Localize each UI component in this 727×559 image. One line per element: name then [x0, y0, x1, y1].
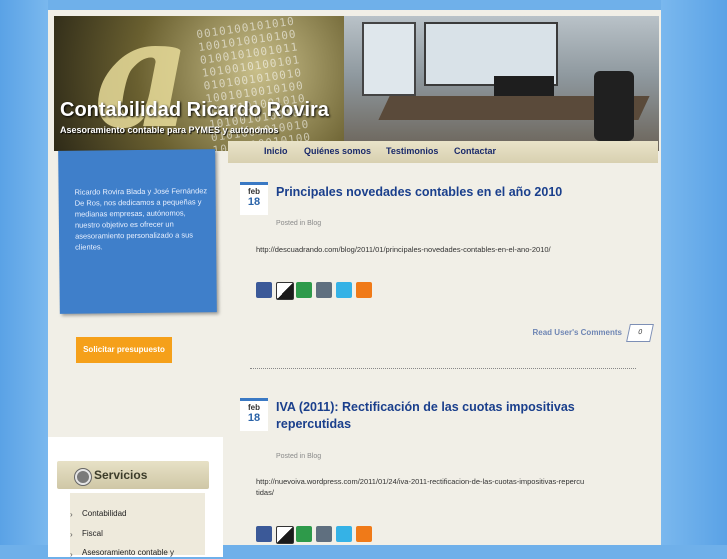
rss-share-icon[interactable]: [356, 282, 372, 298]
servicios-title: Servicios: [94, 468, 148, 482]
site-title[interactable]: Contabilidad Ricardo Rovira: [60, 99, 329, 122]
post-category: Posted in Blog: [276, 453, 322, 460]
post-category: Posted in Blog: [276, 220, 322, 227]
nav-item-quienes-somos[interactable]: Quiénes somos: [304, 146, 371, 156]
rss-share-icon[interactable]: [356, 526, 372, 542]
post-date-day: 18: [247, 412, 261, 424]
photo-window: [362, 22, 416, 96]
stumbleupon-share-icon[interactable]: [296, 526, 312, 542]
nav-item-testimonios[interactable]: Testimonios: [386, 146, 438, 156]
comment-count-badge[interactable]: 0: [626, 324, 654, 342]
digg-share-icon[interactable]: [316, 526, 332, 542]
servicios-header: Servicios: [57, 461, 209, 489]
twitter-share-icon[interactable]: [336, 282, 352, 298]
main-navigation: Inicio Quiénes somos Testimonios Contact…: [228, 141, 658, 163]
post-date: feb 18: [240, 398, 268, 431]
photo-chair: [594, 71, 634, 141]
request-quote-button[interactable]: Solicitar presupuesto: [76, 337, 172, 363]
post-title[interactable]: Principales novedades contables en el añ…: [276, 184, 636, 201]
digg-share-icon[interactable]: [316, 282, 332, 298]
site-tagline: Asesoramiento contable para PYMES y autó…: [60, 125, 279, 135]
delicious-share-icon[interactable]: [276, 282, 294, 300]
facebook-share-icon[interactable]: [256, 526, 272, 542]
header-banner: a 0010100101010 1001010010100 010010100101…: [54, 16, 659, 151]
main-content: feb 18 Principales novedades contables e…: [234, 166, 654, 546]
intro-note: Ricardo Rovira Blada y José Fernández De…: [58, 149, 217, 314]
servicios-item-fiscal[interactable]: Fiscal: [82, 529, 103, 538]
servicios-list: › Contabilidad › Fiscal › Asesoramiento …: [70, 493, 205, 559]
bullet-circle-icon: [75, 469, 91, 485]
post-date: feb 18: [240, 182, 268, 215]
share-icons-row: [256, 282, 376, 300]
share-icons-row: [256, 526, 376, 544]
twitter-share-icon[interactable]: [336, 526, 352, 542]
post-date-month: feb: [248, 187, 260, 196]
background-left: [0, 0, 48, 545]
chevron-right-icon: ›: [70, 510, 73, 519]
page-container: a 0010100101010 1001010010100 010010100101…: [48, 10, 661, 559]
delicious-share-icon[interactable]: [276, 526, 294, 544]
post-body-link[interactable]: http://nuevoiva.wordpress.com/2011/01/24…: [256, 476, 586, 498]
post-date-day: 18: [247, 196, 261, 208]
read-comments-link[interactable]: Read User's Comments: [533, 328, 623, 337]
office-photo: [344, 16, 659, 151]
post-title[interactable]: IVA (2011): Rectificación de las cuotas …: [276, 399, 576, 433]
intro-text: Ricardo Rovira Blada y José Fernández De…: [74, 186, 208, 252]
post-body-link[interactable]: http://descuadrando.com/blog/2011/01/pri…: [256, 244, 586, 255]
facebook-share-icon[interactable]: [256, 282, 272, 298]
nav-item-contactar[interactable]: Contactar: [454, 146, 496, 156]
post-date-month: feb: [248, 403, 260, 412]
servicios-item-asesoramiento[interactable]: Asesoramiento contable y: [82, 548, 174, 557]
post-divider: [250, 368, 636, 369]
servicios-item-contabilidad[interactable]: Contabilidad: [82, 509, 126, 518]
background-right: [661, 0, 727, 545]
chevron-right-icon: ›: [70, 530, 73, 539]
nav-item-inicio[interactable]: Inicio: [264, 146, 288, 156]
chevron-right-icon: ›: [70, 550, 73, 559]
stumbleupon-share-icon[interactable]: [296, 282, 312, 298]
